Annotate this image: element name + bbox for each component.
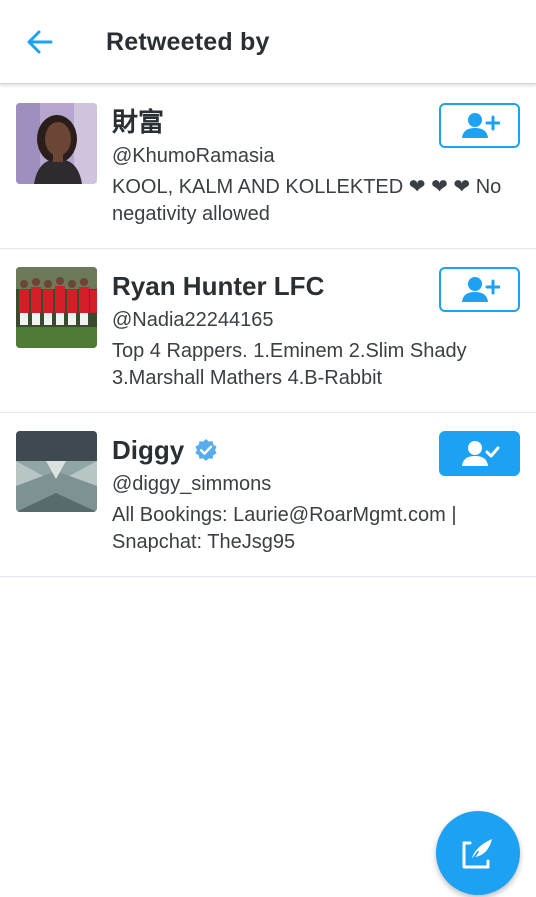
avatar[interactable] — [16, 431, 97, 512]
user-check-icon — [461, 440, 499, 466]
user-name[interactable]: 財富 — [112, 105, 164, 139]
follow-button[interactable] — [439, 103, 520, 148]
avatar[interactable] — [16, 103, 97, 184]
top-app-bar: Retweeted by — [0, 0, 536, 84]
arrow-left-icon — [27, 30, 53, 54]
user-bio: Top 4 Rappers. 1.Eminem 2.Slim Shady 3.M… — [112, 340, 467, 389]
following-button[interactable] — [439, 431, 520, 476]
compose-tweet-icon — [462, 839, 492, 869]
user-name-line: Ryan Hunter LFC — [112, 269, 324, 303]
avatar[interactable] — [16, 267, 97, 348]
user-row[interactable]: Diggy @diggy_simmons All Bookings: Lauri… — [0, 413, 536, 577]
user-name-line: Diggy — [112, 433, 218, 467]
add-user-icon — [461, 276, 500, 302]
verified-badge-icon — [194, 438, 218, 462]
user-row[interactable]: Ryan Hunter LFC @Nadia22244165 Top 4 Rap… — [0, 249, 536, 413]
user-bio: All Bookings: Laurie@RoarMgmt.com | Snap… — [112, 504, 457, 553]
retweeters-list: 財富 @KhumoRamasia KOOL, KALM AND KOLLEKTE… — [0, 85, 536, 577]
user-handle[interactable]: @diggy_simmons — [112, 472, 271, 496]
follow-button[interactable] — [439, 267, 520, 312]
compose-tweet-button[interactable] — [436, 811, 520, 895]
user-name[interactable]: Ryan Hunter LFC — [112, 269, 324, 303]
app-window: Retweeted by 財富 @KhumoRamasia KOOL, KALM… — [0, 0, 536, 897]
user-handle[interactable]: @KhumoRamasia — [112, 144, 275, 168]
user-name[interactable]: Diggy — [112, 433, 184, 467]
page-title: Retweeted by — [106, 28, 270, 56]
add-user-icon — [461, 112, 500, 138]
user-name-line: 財富 — [112, 105, 164, 139]
user-row[interactable]: 財富 @KhumoRamasia KOOL, KALM AND KOLLEKTE… — [0, 85, 536, 249]
user-handle[interactable]: @Nadia22244165 — [112, 308, 274, 332]
back-button[interactable] — [14, 20, 66, 64]
user-bio: KOOL, KALM AND KOLLEKTED ❤ ❤ ❤ No negati… — [112, 176, 502, 225]
